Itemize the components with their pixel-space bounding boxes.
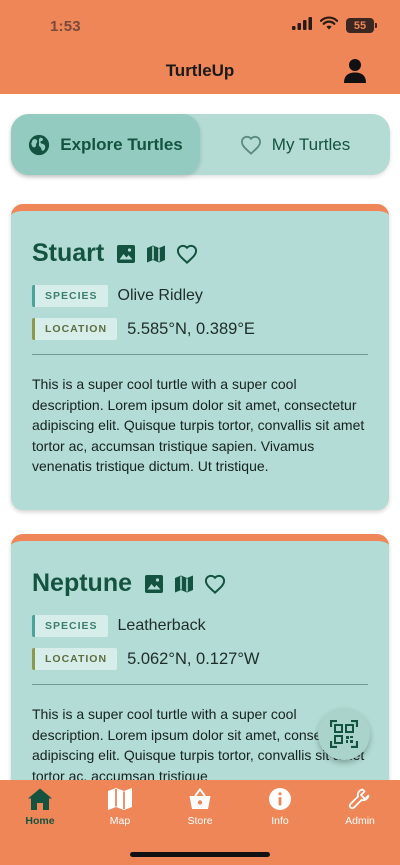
- location-row: LOCATION 5.062°N, 0.127°W: [32, 648, 260, 670]
- tab-info-label: Info: [271, 815, 289, 827]
- tab-store[interactable]: Store: [160, 787, 240, 827]
- card-divider: [32, 684, 368, 685]
- view-segmented-control: Explore Turtles My Turtles: [11, 114, 390, 175]
- location-value: 5.062°N, 0.127°W: [127, 649, 260, 668]
- heart-outline-icon: [240, 135, 261, 155]
- person-icon: [344, 59, 366, 83]
- tab-store-label: Store: [187, 815, 213, 827]
- map-icon[interactable]: [146, 244, 166, 264]
- location-value: 5.585°N, 0.389°E: [127, 319, 255, 338]
- wrench-icon: [348, 788, 370, 810]
- qr-code-icon: [330, 720, 358, 748]
- location-row: LOCATION 5.585°N, 0.389°E: [32, 318, 255, 340]
- turtle-card-header: Stuart: [32, 239, 208, 268]
- info-icon: [269, 788, 291, 810]
- tab-home-label: Home: [25, 815, 55, 827]
- species-tag: SPECIES: [32, 615, 108, 637]
- basket-icon: [189, 787, 211, 809]
- card-divider: [32, 354, 368, 355]
- status-bar: 1:53 55: [0, 0, 400, 50]
- species-row: SPECIES Olive Ridley: [32, 285, 203, 307]
- app-header: TurtleUp: [0, 50, 400, 94]
- qr-scan-button[interactable]: [318, 708, 370, 760]
- tab-info[interactable]: Info: [240, 787, 320, 827]
- tab-explore-label: Explore Turtles: [60, 134, 183, 154]
- tab-home[interactable]: Home: [0, 787, 80, 827]
- home-indicator: [130, 852, 270, 857]
- wifi-icon: [319, 16, 339, 35]
- location-tag: LOCATION: [32, 318, 118, 340]
- tab-map-label: Map: [109, 815, 131, 827]
- turtle-card-header: Neptune: [32, 569, 236, 598]
- tab-admin-label: Admin: [345, 815, 375, 827]
- turtle-name: Stuart: [32, 239, 105, 267]
- app-title: TurtleUp: [165, 61, 235, 80]
- profile-button[interactable]: [343, 58, 367, 84]
- globe-icon: [29, 134, 50, 155]
- status-indicators: 55: [292, 16, 377, 35]
- heart-outline-icon[interactable]: [176, 244, 198, 264]
- turtle-name: Neptune: [32, 569, 132, 597]
- tab-explore-turtles[interactable]: Explore Turtles: [11, 114, 200, 175]
- image-icon[interactable]: [116, 244, 136, 264]
- species-tag: SPECIES: [32, 285, 108, 307]
- species-row: SPECIES Leatherback: [32, 615, 206, 637]
- tab-my-turtles[interactable]: My Turtles: [200, 114, 390, 175]
- battery-icon: 55: [346, 18, 377, 33]
- species-value: Leatherback: [117, 617, 206, 634]
- tab-my-turtles-label: My Turtles: [271, 134, 351, 154]
- map-icon: [108, 788, 132, 810]
- location-tag: LOCATION: [32, 648, 118, 670]
- map-icon[interactable]: [174, 574, 194, 594]
- home-icon: [28, 788, 52, 810]
- tab-map[interactable]: Map: [80, 787, 160, 827]
- image-icon[interactable]: [144, 574, 164, 594]
- heart-outline-icon[interactable]: [204, 574, 226, 594]
- signal-icon: [292, 16, 312, 35]
- status-time: 1:53: [50, 18, 81, 35]
- turtle-card[interactable]: Stuart SPECIES Olive Ridley LOCATION 5.5…: [11, 204, 389, 510]
- species-value: Olive Ridley: [117, 287, 203, 304]
- tab-admin[interactable]: Admin: [320, 787, 400, 827]
- turtle-description: This is a super cool turtle with a super…: [32, 376, 365, 474]
